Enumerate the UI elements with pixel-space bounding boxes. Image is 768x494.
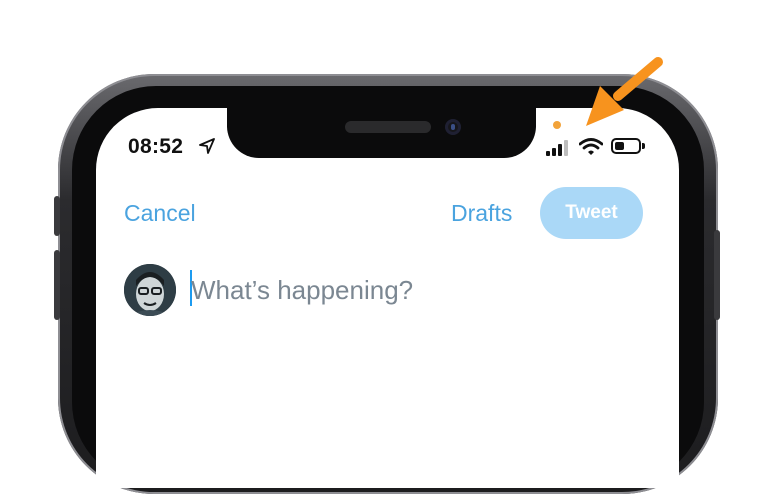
cancel-button[interactable]: Cancel — [124, 200, 196, 227]
phone-side-button — [714, 230, 720, 320]
drafts-button[interactable]: Drafts — [451, 200, 512, 227]
avatar-portrait-icon — [124, 264, 176, 316]
arrow-pointer-icon — [586, 57, 663, 126]
cellular-signal-icon — [546, 140, 568, 156]
battery-cap — [642, 143, 645, 149]
phone-side-button — [54, 250, 60, 320]
privacy-indicator-dot — [553, 121, 561, 129]
tweet-button[interactable]: Tweet — [540, 187, 643, 239]
phone-side-button — [54, 196, 60, 236]
location-arrow-icon — [199, 138, 215, 154]
battery-level-fill — [615, 142, 624, 150]
earpiece-speaker — [345, 121, 431, 133]
avatar[interactable] — [124, 264, 176, 316]
wifi-icon — [579, 138, 603, 155]
front-camera — [445, 119, 461, 135]
status-time: 08:52 — [128, 135, 184, 158]
battery-icon — [611, 138, 641, 154]
compose-tweet-input[interactable] — [191, 272, 631, 308]
